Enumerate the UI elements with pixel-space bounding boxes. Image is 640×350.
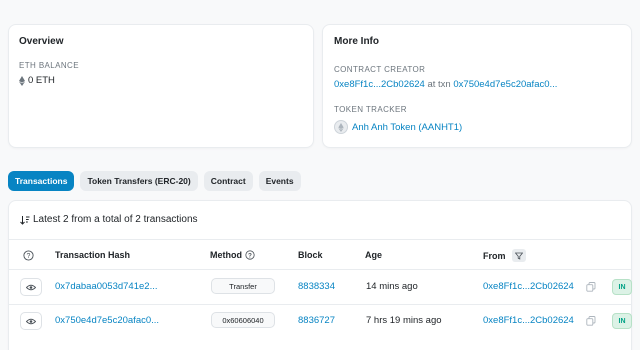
direction-badge: IN — [612, 313, 632, 329]
creator-txn-link[interactable]: 0x750e4d7e5c20afac0... — [453, 79, 557, 90]
method-badge: 0x60606040 — [211, 312, 275, 328]
eth-balance-value: 0 ETH — [28, 75, 55, 86]
method-info-icon[interactable]: ? — [245, 250, 255, 260]
creator-address-link[interactable]: 0xe8Ff1c...2Cb02624 — [334, 79, 425, 90]
copy-icon[interactable] — [586, 316, 596, 326]
col-age[interactable]: Age — [365, 250, 382, 260]
tx-hash-link[interactable]: 0x7dabaa0053d741e2... — [55, 281, 158, 292]
contract-creator-label: CONTRACT CREATOR — [334, 65, 426, 74]
token-tracker-label: TOKEN TRACKER — [334, 105, 407, 114]
divider — [9, 239, 631, 240]
col-from-label: From — [483, 250, 506, 261]
block-link[interactable]: 8838334 — [298, 281, 335, 292]
direction-badge: IN — [612, 279, 632, 295]
preview-button[interactable] — [20, 278, 42, 296]
ethereum-icon — [19, 75, 25, 86]
help-icon[interactable]: ? — [23, 250, 34, 264]
sort-desc-icon — [20, 215, 30, 225]
svg-text:?: ? — [27, 253, 31, 260]
tab-contract[interactable]: Contract — [203, 171, 253, 191]
col-block: Block — [298, 250, 323, 260]
tab-transactions[interactable]: Transactions — [8, 171, 75, 191]
filter-icon[interactable] — [511, 249, 526, 262]
from-address-link[interactable]: 0xe8Ff1c...2Cb02624 — [483, 281, 574, 292]
tab-bar: Transactions Token Transfers (ERC-20) Co… — [8, 171, 301, 191]
token-tracker-row: Anh Anh Token (AANHT1) — [334, 120, 462, 134]
divider — [9, 269, 631, 270]
transactions-summary-text: Latest 2 from a total of 2 transactions — [33, 214, 198, 225]
eye-icon — [26, 284, 36, 290]
col-method-label: Method — [210, 250, 242, 260]
eth-balance-label: ETH BALANCE — [19, 61, 79, 70]
divider — [9, 304, 631, 305]
overview-card: Overview ETH BALANCE 0 ETH — [8, 24, 314, 148]
method-badge: Transfer — [211, 278, 275, 294]
block-link[interactable]: 8836727 — [298, 315, 335, 326]
col-transaction-hash: Transaction Hash — [55, 250, 131, 260]
at-txn-text: at txn — [427, 79, 451, 90]
transactions-summary: Latest 2 from a total of 2 transactions — [20, 214, 198, 225]
age-text: 14 mins ago — [366, 281, 418, 292]
contract-creator-row: 0xe8Ff1c...2Cb02624 at txn 0x750e4d7e5c2… — [334, 79, 557, 90]
token-name-link[interactable]: Anh Anh Token (AANHT1) — [352, 122, 462, 133]
tab-token-transfers[interactable]: Token Transfers (ERC-20) — [80, 171, 198, 191]
tx-hash-link[interactable]: 0x750e4d7e5c20afac0... — [55, 315, 159, 326]
token-logo-icon — [334, 120, 348, 134]
age-text: 7 hrs 19 mins ago — [366, 315, 442, 326]
transactions-card: Latest 2 from a total of 2 transactions … — [8, 200, 632, 350]
eth-balance: 0 ETH — [19, 75, 55, 86]
eye-icon — [26, 318, 36, 324]
tab-events[interactable]: Events — [258, 171, 301, 191]
more-info-title: More Info — [334, 36, 379, 47]
col-from: From — [483, 249, 526, 262]
col-method: Method ? — [210, 250, 255, 260]
overview-title: Overview — [19, 36, 64, 47]
from-address-link[interactable]: 0xe8Ff1c...2Cb02624 — [483, 315, 574, 326]
copy-icon[interactable] — [586, 282, 596, 292]
svg-text:?: ? — [248, 252, 252, 259]
more-info-card: More Info CONTRACT CREATOR 0xe8Ff1c...2C… — [322, 24, 632, 148]
preview-button[interactable] — [20, 312, 42, 330]
